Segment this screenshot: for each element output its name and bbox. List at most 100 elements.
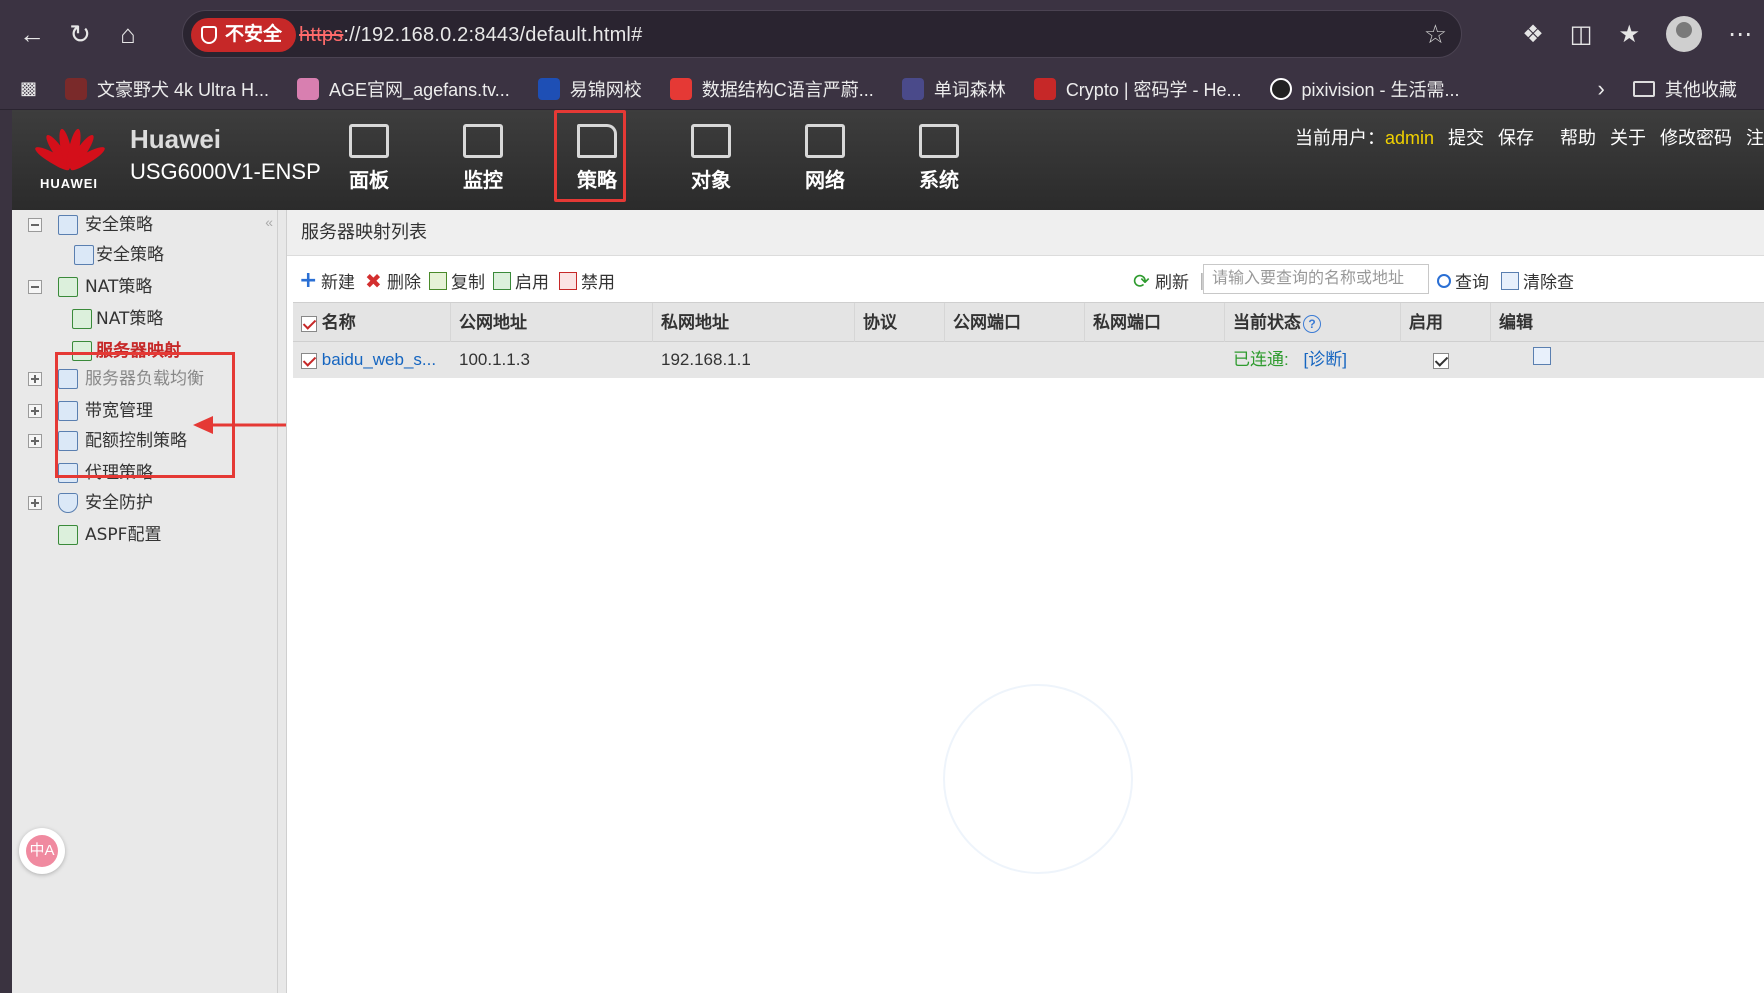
expand-toggle-icon[interactable] bbox=[28, 404, 42, 418]
help-icon[interactable]: ? bbox=[1303, 314, 1321, 333]
tree-item-security-protection[interactable]: 安全防护 bbox=[12, 488, 272, 518]
home-icon[interactable]: ⌂ bbox=[110, 16, 146, 52]
column-public-port[interactable]: 公网端口 bbox=[945, 303, 1085, 343]
nav-object[interactable]: 对象 bbox=[684, 124, 738, 193]
bookmark-item[interactable]: 文豪野犬 4k Ultra H... bbox=[65, 76, 269, 102]
bookmarks-bar: ▩ 文豪野犬 4k Ultra H... AGE官网_agefans.tv...… bbox=[0, 68, 1764, 110]
insecure-badge[interactable]: 不安全 bbox=[191, 18, 297, 52]
bookmark-item[interactable]: 数据结构C语言严蔚... bbox=[669, 76, 874, 102]
expand-toggle-icon[interactable] bbox=[28, 496, 42, 510]
bookmark-item[interactable]: pixivision - 生活需... bbox=[1269, 76, 1460, 102]
row-enabled-cell bbox=[1425, 342, 1485, 378]
monitor-icon bbox=[463, 124, 503, 158]
plus-icon: + bbox=[299, 267, 318, 293]
translate-icon: 中A bbox=[26, 835, 58, 867]
nav-dashboard[interactable]: 面板 bbox=[342, 124, 396, 193]
network-icon bbox=[805, 124, 845, 158]
refresh-button[interactable]: ⟳ 刷新 | bbox=[1133, 268, 1205, 294]
bookmark-item[interactable]: Crypto | 密码学 - He... bbox=[1033, 76, 1242, 102]
disable-button[interactable]: 禁用 bbox=[559, 268, 615, 293]
column-protocol[interactable]: 协议 bbox=[855, 303, 945, 343]
delete-x-icon: ✖ bbox=[365, 268, 382, 293]
tree-item-aspf-config[interactable]: ASPF配置 bbox=[12, 520, 272, 550]
url-text[interactable]: https://192.168.0.2:8443/default.html# bbox=[299, 11, 642, 59]
shield-icon bbox=[58, 493, 78, 513]
bookmark-item[interactable]: AGE官网_agefans.tv... bbox=[297, 76, 510, 102]
enabled-checkbox[interactable] bbox=[1433, 352, 1449, 369]
tab-actions-icon[interactable]: ▩ bbox=[20, 78, 37, 99]
other-bookmarks[interactable]: 其他收藏 bbox=[1632, 76, 1737, 102]
search-input[interactable]: 请输入要查询的名称或地址 bbox=[1203, 264, 1429, 294]
bookmark-item[interactable]: 易锦网校 bbox=[537, 76, 642, 102]
copy-icon bbox=[429, 271, 447, 290]
row-public-port bbox=[945, 342, 1085, 378]
about-link[interactable]: 关于 bbox=[1610, 124, 1646, 150]
row-checkbox[interactable] bbox=[301, 352, 317, 369]
query-button[interactable]: 查询 bbox=[1437, 268, 1489, 293]
select-all-checkbox[interactable] bbox=[301, 315, 317, 332]
bookmark-favicon-icon bbox=[297, 77, 320, 100]
profile-avatar[interactable] bbox=[1666, 16, 1702, 52]
nav-network[interactable]: 网络 bbox=[798, 124, 852, 193]
search-icon bbox=[1437, 273, 1451, 288]
bookmark-favicon-icon bbox=[1033, 77, 1056, 100]
nav-monitor[interactable]: 监控 bbox=[456, 124, 510, 193]
tree-item-nat-policy[interactable]: NAT策略 bbox=[12, 304, 272, 334]
address-bar[interactable]: 不安全 https://192.168.0.2:8443/default.htm… bbox=[182, 10, 1462, 58]
new-button[interactable]: + 新建 bbox=[299, 268, 355, 293]
collapse-toggle-icon[interactable] bbox=[28, 218, 42, 232]
expand-toggle-icon[interactable] bbox=[28, 372, 42, 386]
change-password-link[interactable]: 修改密码 bbox=[1660, 124, 1732, 150]
page-title: 服务器映射列表 bbox=[287, 210, 1764, 256]
column-private-address[interactable]: 私网地址 bbox=[653, 303, 855, 343]
system-icon bbox=[919, 124, 959, 158]
split-screen-icon[interactable]: ◫ bbox=[1570, 20, 1593, 49]
favorite-star-icon[interactable]: ☆ bbox=[1424, 19, 1447, 50]
back-icon[interactable]: ← bbox=[14, 16, 50, 52]
nav-system[interactable]: 系统 bbox=[912, 124, 966, 193]
column-current-status[interactable]: 当前状态? bbox=[1225, 303, 1401, 343]
object-icon bbox=[691, 124, 731, 158]
dashboard-icon bbox=[349, 124, 389, 158]
chevron-right-icon[interactable]: › bbox=[1598, 76, 1605, 102]
help-link[interactable]: 帮助 bbox=[1560, 124, 1596, 150]
extensions-icon[interactable]: ❖ bbox=[1522, 20, 1544, 49]
enable-button[interactable]: 启用 bbox=[493, 268, 549, 293]
collapse-toggle-icon[interactable] bbox=[28, 280, 42, 294]
browser-toolbar: ← ↻ ⌂ 不安全 https://192.168.0.2:8443/defau… bbox=[0, 0, 1764, 68]
nat-policy-icon bbox=[58, 277, 78, 297]
edit-icon[interactable] bbox=[1533, 347, 1551, 365]
reload-icon[interactable]: ↻ bbox=[62, 16, 98, 52]
folder-icon bbox=[1632, 80, 1655, 97]
row-public-address: 100.1.1.3 bbox=[459, 350, 530, 369]
column-enabled[interactable]: 启用 bbox=[1401, 303, 1491, 343]
delete-button[interactable]: ✖ 删除 bbox=[365, 268, 421, 294]
translate-button[interactable]: 中A bbox=[19, 828, 65, 874]
tree-item-security-policy[interactable]: 安全策略 bbox=[12, 240, 272, 270]
table-row[interactable]: baidu_web_s... 100.1.1.3 192.168.1.1 已连通… bbox=[293, 342, 1764, 378]
top-nav: 面板 监控 策略 对象 网络 系统 bbox=[342, 110, 966, 202]
logout-link[interactable]: 注 bbox=[1746, 124, 1764, 150]
nav-policy[interactable]: 策略 bbox=[554, 110, 626, 202]
expand-toggle-icon[interactable] bbox=[28, 434, 42, 448]
more-menu-icon[interactable]: ⋯ bbox=[1728, 20, 1752, 49]
row-protocol bbox=[855, 342, 945, 378]
row-name-cell[interactable]: baidu_web_s... bbox=[293, 342, 451, 378]
column-edit[interactable]: 编辑 bbox=[1491, 303, 1581, 343]
submit-link[interactable]: 提交 bbox=[1448, 124, 1484, 150]
favorites-icon[interactable]: ★ bbox=[1618, 20, 1640, 49]
bookmark-item[interactable]: 单词森林 bbox=[901, 76, 1006, 102]
table-header: 名称 公网地址 私网地址 协议 公网端口 私网端口 当前状态? 启用 编辑 bbox=[293, 302, 1764, 343]
column-private-port[interactable]: 私网端口 bbox=[1085, 303, 1225, 343]
save-link[interactable]: 保存 bbox=[1498, 124, 1534, 150]
current-user-label: 当前用户：admin bbox=[1294, 128, 1434, 148]
diagnose-link[interactable]: [诊断] bbox=[1303, 350, 1346, 369]
column-name[interactable]: 名称 bbox=[293, 303, 451, 343]
copy-button[interactable]: 复制 bbox=[429, 268, 485, 293]
security-policy-icon bbox=[58, 215, 78, 235]
firewall-web-app: HUAWEI Huawei USG6000V1-ENSP 面板 监控 策略 对象… bbox=[12, 110, 1764, 993]
tree-item-nat-policy-group[interactable]: NAT策略 bbox=[12, 272, 272, 302]
tree-item-security-policy-group[interactable]: 安全策略 bbox=[12, 210, 272, 240]
clear-query-button[interactable]: 清除查 bbox=[1501, 268, 1574, 293]
column-public-address[interactable]: 公网地址 bbox=[451, 303, 653, 343]
